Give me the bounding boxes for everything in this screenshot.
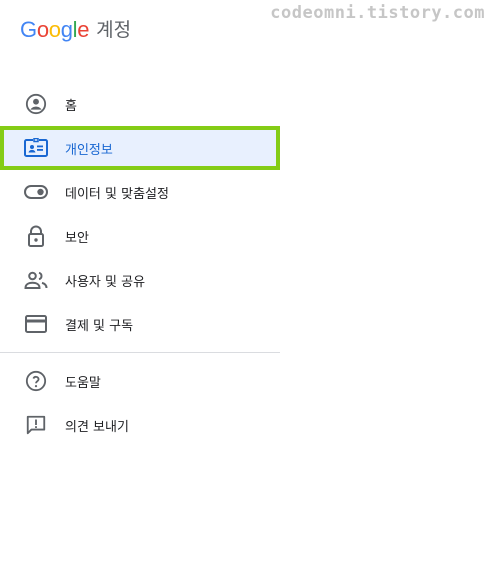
sidebar-item-label: 의견 보내기 bbox=[65, 419, 129, 435]
sidebar-item-label: 홈 bbox=[65, 98, 77, 114]
logo-letter: e bbox=[77, 17, 90, 42]
sidebar-item-data-personalization[interactable]: 데이터 및 맞춤설정 bbox=[0, 170, 280, 214]
sidebar-item-home[interactable]: 홈 bbox=[0, 82, 280, 126]
logo-letter: o bbox=[48, 17, 61, 42]
help-icon bbox=[24, 369, 48, 393]
logo-letter: g bbox=[60, 17, 73, 42]
credit-card-icon bbox=[24, 312, 48, 336]
sidebar-item-label: 데이터 및 맞춤설정 bbox=[65, 186, 169, 202]
logo-letter: o bbox=[36, 17, 49, 42]
people-icon bbox=[24, 268, 48, 292]
id-card-icon bbox=[24, 136, 48, 160]
sidebar-nav: 홈 개인정보 데이터 및 맞춤설정 보안 사용자 및 공유 결제 및 구독 도움… bbox=[0, 82, 280, 447]
header: Google 계정 bbox=[20, 14, 131, 46]
sidebar-item-payments-subscriptions[interactable]: 결제 및 구독 bbox=[0, 302, 280, 346]
sidebar-item-label: 사용자 및 공유 bbox=[65, 274, 146, 290]
sidebar-item-label: 도움말 bbox=[65, 375, 101, 391]
sidebar-item-label: 결제 및 구독 bbox=[65, 318, 134, 334]
watermark: codeomni.tistory.com bbox=[270, 3, 485, 23]
sidebar-item-people-sharing[interactable]: 사용자 및 공유 bbox=[0, 258, 280, 302]
feedback-icon bbox=[24, 413, 48, 437]
toggle-icon bbox=[24, 180, 48, 204]
sidebar-item-label: 개인정보 bbox=[65, 142, 113, 158]
account-circle-icon bbox=[24, 92, 48, 116]
sidebar-item-help[interactable]: 도움말 bbox=[0, 359, 280, 403]
logo-letter: G bbox=[20, 17, 37, 42]
divider bbox=[0, 352, 280, 353]
sidebar-item-label: 보안 bbox=[65, 230, 89, 246]
sidebar-item-feedback[interactable]: 의견 보내기 bbox=[0, 403, 280, 447]
google-logo[interactable]: Google bbox=[20, 19, 89, 41]
sidebar-item-security[interactable]: 보안 bbox=[0, 214, 280, 258]
sidebar-item-personal-info[interactable]: 개인정보 bbox=[0, 126, 280, 170]
lock-icon bbox=[24, 224, 48, 248]
page-title: 계정 bbox=[96, 18, 132, 41]
